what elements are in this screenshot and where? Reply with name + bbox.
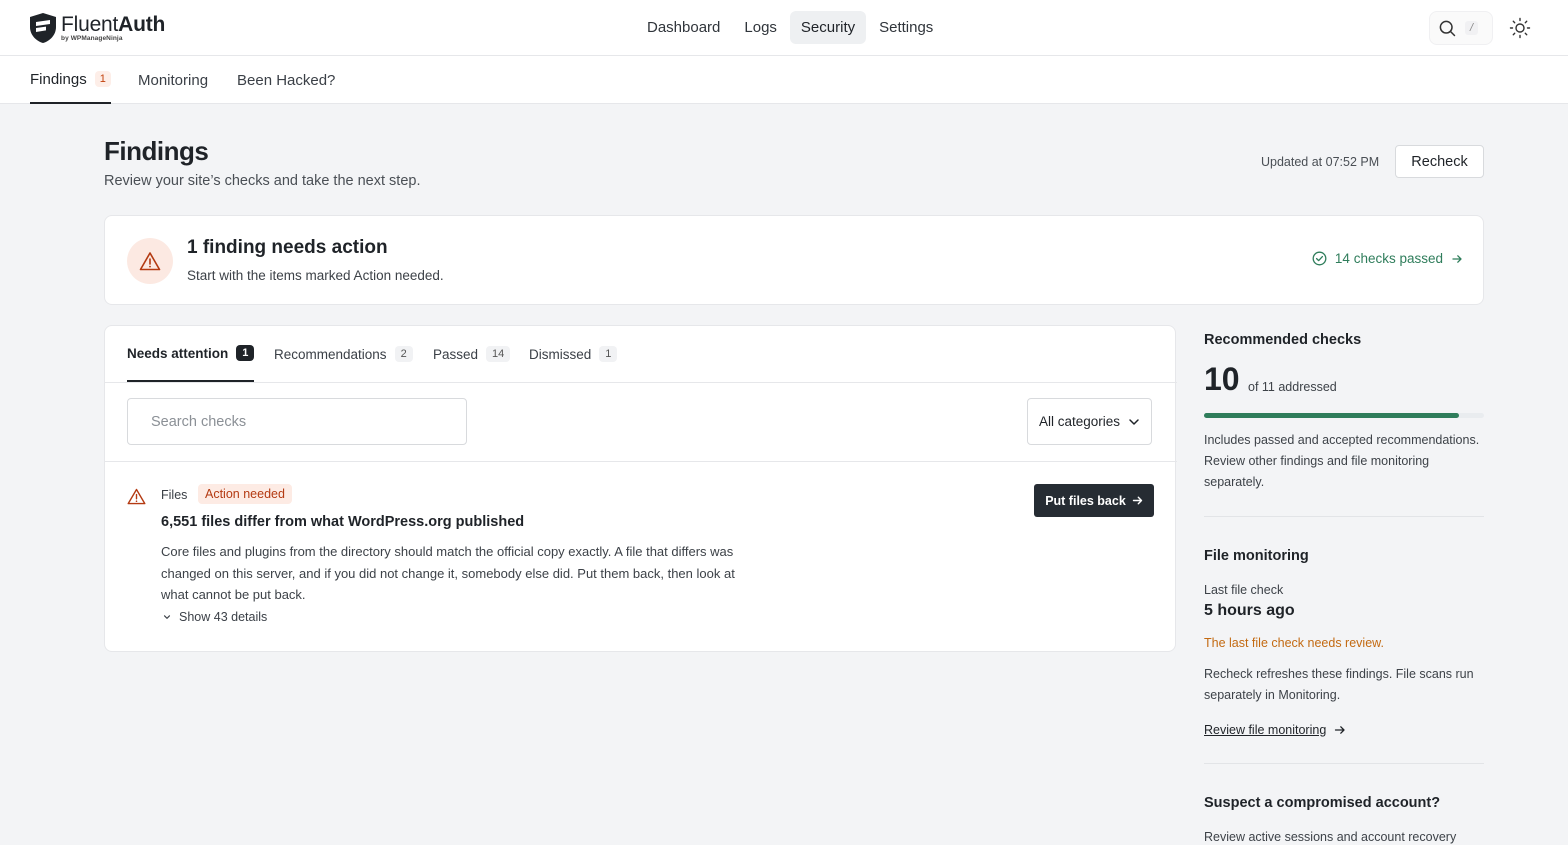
page-subtitle: Review your site’s checks and take the n… xyxy=(104,173,421,189)
recommended-progress-fill xyxy=(1204,413,1459,418)
checks-passed-label: 14 checks passed xyxy=(1334,251,1443,266)
put-files-back-button[interactable]: Put files back xyxy=(1034,484,1154,517)
tab-dismissed[interactable]: Dismissed 1 xyxy=(529,326,618,382)
global-search-button[interactable]: / xyxy=(1429,11,1493,45)
recommended-checks-value: 10 xyxy=(1204,361,1240,397)
show-details-toggle[interactable]: Show 43 details xyxy=(163,610,267,624)
tab-passed[interactable]: Passed 14 xyxy=(433,326,511,382)
category-select-value: All categories xyxy=(1039,414,1121,429)
tab-count: 2 xyxy=(394,346,413,362)
summary-subtitle: Start with the items marked Action neede… xyxy=(187,268,444,283)
subnav-findings[interactable]: Findings 1 xyxy=(30,56,111,104)
warning-badge xyxy=(127,238,173,284)
subnav-findings-label: Findings xyxy=(30,70,87,88)
compromised-account-title: Suspect a compromised account? xyxy=(1204,795,1441,811)
category-select[interactable]: All categories xyxy=(1027,398,1152,445)
top-bar: FluentAuth by WPManageNinja Dashboard Lo… xyxy=(0,0,1568,56)
tab-recommendations[interactable]: Recommendations 2 xyxy=(274,326,413,382)
tab-label: Dismissed xyxy=(529,346,592,362)
shield-logo-icon xyxy=(30,13,56,43)
warning-triangle-icon xyxy=(127,488,146,505)
checks-passed-link[interactable]: 14 checks passed xyxy=(1312,251,1463,266)
divider xyxy=(1204,516,1484,517)
compromised-account-note: Review active sessions and account recov… xyxy=(1204,830,1457,844)
review-file-monitoring-link[interactable]: Review file monitoring xyxy=(1204,723,1346,737)
findings-count-badge: 1 xyxy=(94,71,111,87)
summary-title: 1 finding needs action xyxy=(187,237,388,258)
chevron-down-icon xyxy=(1129,418,1139,425)
finding-category: Files xyxy=(161,488,188,502)
arrow-right-icon xyxy=(1452,254,1462,263)
chevron-down-icon xyxy=(163,615,171,619)
brand-byline: by WPManageNinja xyxy=(61,34,123,42)
arrow-right-icon xyxy=(1335,726,1345,734)
main-nav: Dashboard Logs Security Settings xyxy=(636,11,944,44)
tab-needs-attention[interactable]: Needs attention 1 xyxy=(127,326,255,382)
file-monitoring-note: Recheck refreshes these findings. File s… xyxy=(1204,667,1474,702)
subnav-been-hacked[interactable]: Been Hacked? xyxy=(237,56,335,104)
tab-count: 14 xyxy=(486,346,511,362)
sun-icon[interactable] xyxy=(1509,17,1531,39)
review-file-monitoring-label: Review file monitoring xyxy=(1204,723,1327,737)
tab-count: 1 xyxy=(599,346,618,362)
tab-count: 1 xyxy=(236,345,255,361)
search-checks-input[interactable] xyxy=(127,398,467,445)
brand-logo[interactable]: FluentAuth by WPManageNinja xyxy=(29,12,165,44)
show-details-label: Show 43 details xyxy=(179,610,268,624)
nav-settings[interactable]: Settings xyxy=(868,11,944,44)
updated-timestamp: Updated at 07:52 PM xyxy=(1261,155,1380,169)
findings-tabs: Needs attention 1 Recommendations 2 Pass… xyxy=(105,326,1177,383)
findings-panel: Needs attention 1 Recommendations 2 Pass… xyxy=(104,325,1177,652)
finding-description: Core files and plugins from the director… xyxy=(161,544,735,602)
page-title: Findings xyxy=(104,136,209,166)
tab-label: Needs attention xyxy=(127,345,229,361)
summary-card: 1 finding needs action Start with the it… xyxy=(104,215,1484,305)
action-needed-badge: Action needed xyxy=(198,484,292,504)
brand-name-light: Fluent xyxy=(61,12,119,36)
search-shortcut-key: / xyxy=(1465,21,1479,35)
arrow-right-icon xyxy=(1132,496,1142,505)
put-files-back-label: Put files back xyxy=(1045,493,1126,508)
finding-title: 6,551 files differ from what WordPress.o… xyxy=(161,514,525,530)
recheck-button[interactable]: Recheck xyxy=(1395,145,1484,178)
file-check-warning: The last file check needs review. xyxy=(1204,636,1384,650)
recommended-checks-note: Includes passed and accepted recommendat… xyxy=(1204,433,1480,489)
last-file-check-value: 5 hours ago xyxy=(1204,602,1295,619)
search-icon xyxy=(1439,20,1456,36)
divider xyxy=(1204,763,1484,764)
file-monitoring-title: File monitoring xyxy=(1204,548,1309,564)
brand-name-bold: Auth xyxy=(118,12,166,36)
recommended-checks-title: Recommended checks xyxy=(1204,332,1362,348)
tab-label: Recommendations xyxy=(274,346,387,362)
check-circle-icon xyxy=(1312,251,1327,266)
nav-logs[interactable]: Logs xyxy=(733,11,788,44)
finding-item: Files Action needed 6,551 files differ f… xyxy=(105,462,1177,652)
last-file-check-label: Last file check xyxy=(1204,583,1284,597)
warning-triangle-icon xyxy=(139,252,161,271)
subnav-monitoring[interactable]: Monitoring xyxy=(138,56,208,104)
recommended-checks-of: of 11 addressed xyxy=(1248,380,1337,394)
sub-nav: Findings 1 Monitoring Been Hacked? xyxy=(0,56,1568,104)
nav-dashboard[interactable]: Dashboard xyxy=(636,11,731,44)
nav-security[interactable]: Security xyxy=(789,11,867,44)
tab-label: Passed xyxy=(433,346,479,362)
recommended-progress-bar xyxy=(1204,413,1484,418)
